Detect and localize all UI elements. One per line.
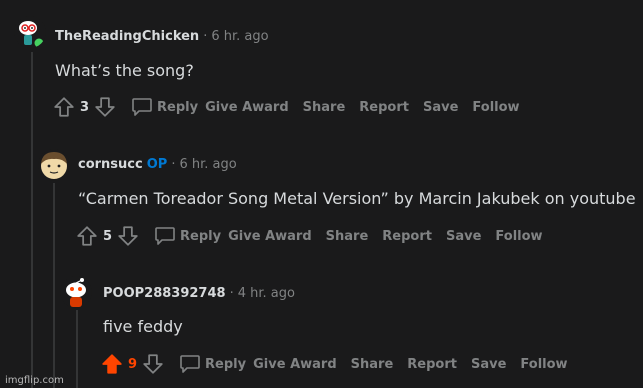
report-button[interactable]: Report [400,357,464,372]
share-button[interactable]: Share [344,357,401,372]
comment-actions: 9 Reply Give Award Share Report Save Fol… [100,352,575,376]
thread-line[interactable] [31,52,33,388]
author-name[interactable]: POOP288392748 [103,286,226,301]
comment-body: What’s the song? [55,61,194,80]
comment-meta: POOP288392748 · 4 hr. ago [103,286,295,301]
avatar[interactable] [14,16,46,48]
reply-button[interactable]: Reply [148,226,221,246]
give-award-button[interactable]: Give Award [246,357,344,372]
vote-score: 3 [80,99,90,115]
avatar[interactable] [38,149,70,181]
give-award-button[interactable]: Give Award [221,229,319,244]
timestamp[interactable]: 6 hr. ago [211,29,268,44]
chat-bubble-icon [179,354,201,374]
vote-score: 5 [103,228,113,244]
reply-button[interactable]: Reply [125,97,198,117]
chat-bubble-icon [154,226,176,246]
comment-meta: cornsucc OP · 6 hr. ago [78,157,237,172]
upvote-icon[interactable] [52,95,76,119]
reply-button[interactable]: Reply [173,354,246,374]
follow-button[interactable]: Follow [488,229,549,244]
comment-actions: 5 Reply Give Award Share Report Save Fol… [75,224,550,248]
watermark: imgflip.com [5,375,64,386]
upvote-icon[interactable] [100,352,124,376]
thread-line[interactable] [53,183,55,388]
comment-meta: TheReadingChicken · 6 hr. ago [55,29,269,44]
author-name[interactable]: cornsucc [78,157,143,172]
report-button[interactable]: Report [352,100,416,115]
author-name[interactable]: TheReadingChicken [55,29,199,44]
thread-line[interactable] [76,310,78,388]
timestamp[interactable]: 4 hr. ago [238,286,295,301]
share-button[interactable]: Share [319,229,376,244]
upvote-icon[interactable] [75,224,99,248]
separator: · [171,157,176,172]
comment-body: “Carmen Toreador Song Metal Version” by … [78,189,636,208]
timestamp[interactable]: 6 hr. ago [179,157,236,172]
op-badge: OP [146,157,168,172]
share-button[interactable]: Share [296,100,353,115]
reply-label: Reply [180,228,222,244]
save-button[interactable]: Save [439,229,488,244]
separator: · [229,286,234,301]
comment-actions: 3 Reply Give Award Share Report Save Fol… [52,95,527,119]
give-award-button[interactable]: Give Award [198,100,296,115]
avatar[interactable] [60,276,92,308]
downvote-icon[interactable] [93,95,117,119]
reply-label: Reply [205,356,247,372]
follow-button[interactable]: Follow [513,357,574,372]
downvote-icon[interactable] [141,352,165,376]
chat-bubble-icon [131,97,153,117]
vote-score: 9 [128,356,138,372]
follow-button[interactable]: Follow [465,100,526,115]
report-button[interactable]: Report [375,229,439,244]
downvote-icon[interactable] [116,224,140,248]
comment-body: five feddy [103,317,183,336]
save-button[interactable]: Save [464,357,513,372]
separator: · [203,29,208,44]
reply-label: Reply [157,99,199,115]
save-button[interactable]: Save [416,100,465,115]
